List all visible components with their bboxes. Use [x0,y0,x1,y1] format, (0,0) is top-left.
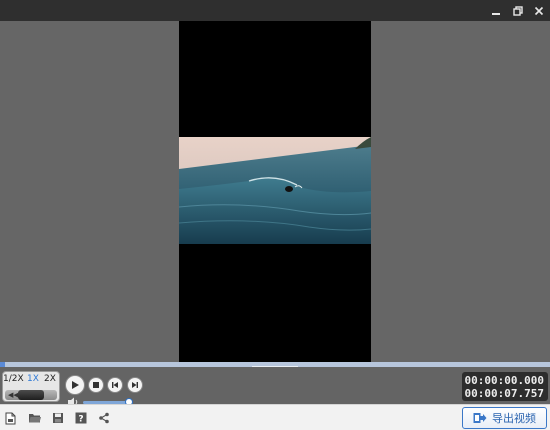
video-preview-area [0,21,550,362]
title-bar [0,0,550,21]
speed-normal-button[interactable]: 1X [27,374,39,384]
pin-button[interactable] [488,3,504,18]
close-button[interactable] [531,3,547,18]
save-icon [53,413,63,423]
new-file-icon [5,412,16,424]
close-icon [534,6,544,15]
video-frame [179,137,371,244]
help-icon: ? [75,412,87,424]
restore-button[interactable] [510,3,526,18]
new-project-button[interactable] [4,411,18,425]
video-canvas[interactable] [179,21,371,362]
share-button[interactable] [97,411,111,425]
export-icon [473,413,487,423]
previous-frame-button[interactable] [107,377,123,393]
next-frame-icon [132,382,138,388]
export-video-button[interactable]: 导出视频 [462,407,547,429]
pin-icon [492,12,500,15]
playback-controls: 1/2X 1X 2X ◀◀ 00:00:00.000 00:00:07.757 [0,367,550,407]
bottom-toolbar: ? 导出视频 [0,404,550,430]
stop-button[interactable] [88,377,104,393]
restore-icon [513,5,523,16]
open-project-button[interactable] [28,411,42,425]
next-frame-button[interactable] [127,377,143,393]
total-time: 00:00:07.757 [464,387,544,400]
save-button[interactable] [51,411,65,425]
stop-icon [93,382,99,388]
help-button[interactable]: ? [74,411,88,425]
svg-text:?: ? [78,415,83,425]
play-button[interactable] [65,375,85,395]
export-video-label: 导出视频 [492,412,536,425]
current-time: 00:00:00.000 [464,374,544,387]
speed-slider-handle[interactable] [18,390,44,400]
time-display: 00:00:00.000 00:00:07.757 [462,372,548,401]
share-icon [99,412,109,424]
surf-video-frame [179,137,371,244]
speed-half-button[interactable]: 1/2X [3,374,24,384]
speed-slider[interactable]: ◀◀ [5,390,57,400]
play-icon [72,381,79,389]
speed-double-button[interactable]: 2X [44,374,56,384]
folder-icon [29,414,41,423]
previous-frame-icon [112,382,118,388]
speed-control: 1/2X 1X 2X ◀◀ [2,371,60,402]
